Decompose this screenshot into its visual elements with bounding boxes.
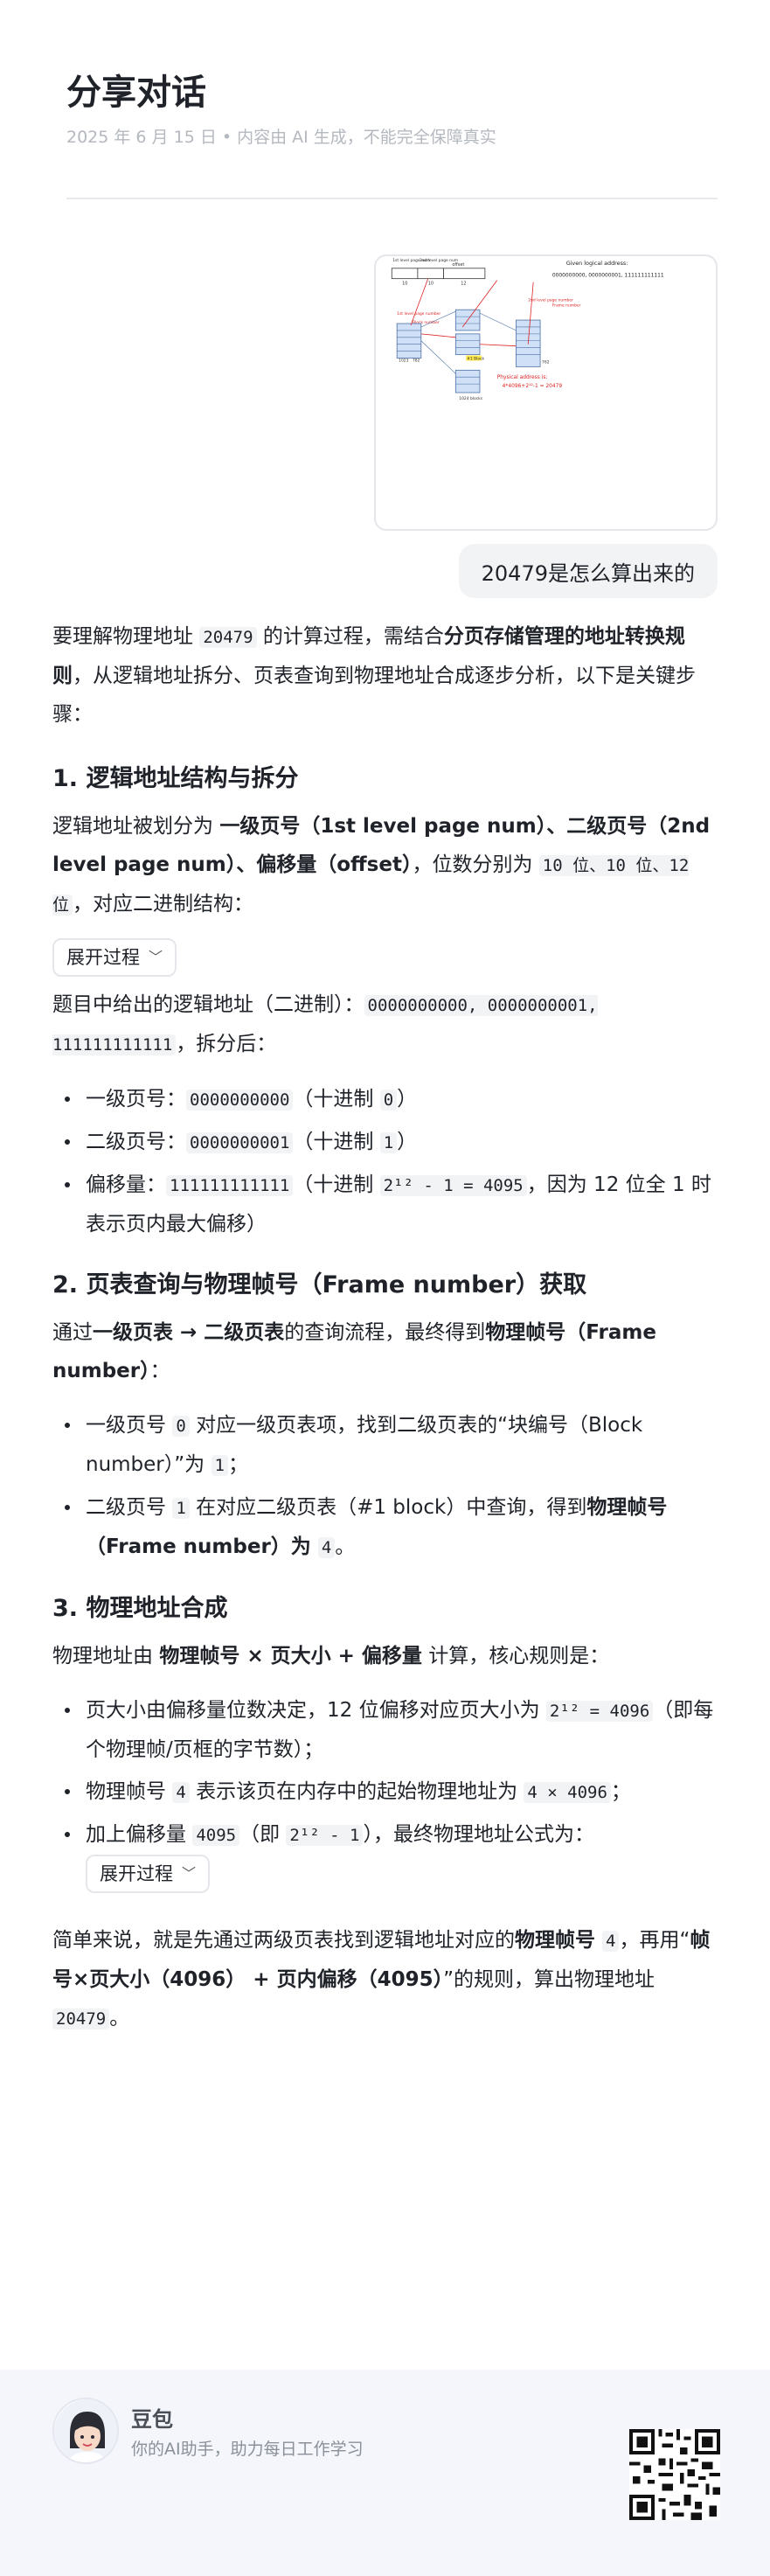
section-1-title: 1. 逻辑地址结构与拆分 xyxy=(52,765,299,792)
chevron-icon: ﹀ xyxy=(149,949,163,965)
n782: 782 xyxy=(413,358,420,363)
summary-paragraph: 简单来说，就是先通过两级页表找到逻辑地址对应的物理帧号 4 ，再用“帧号×页大小（… xyxy=(52,1929,711,2029)
list-item: 二级页号 1 在对应二级页表（#1 block）中查询，得到物理帧号（Frame… xyxy=(52,1488,718,1567)
bot-description: 你的AI助手，助力每日工作学习 xyxy=(131,2440,364,2459)
attached-image[interactable]: 1st level page num 2nd level page num of… xyxy=(374,254,718,531)
blocks-label: 1024 blocks xyxy=(459,396,482,401)
page-title: 分享对话 xyxy=(66,73,206,113)
n762: 762 xyxy=(542,359,550,365)
col3-label: offset xyxy=(452,262,464,268)
list-item: 偏移量： 111111111111 （十进制 2¹² - 1 = 4095 ，因为 1… xyxy=(52,1166,718,1243)
list-item: 二级页号： 0000000001 （十进制 1） xyxy=(52,1123,718,1162)
s1-list: 一级页号： 0000000000 （十进制 0） 二级页号： 0000000001 （十… xyxy=(52,1080,718,1243)
intro-paragraph: 要理解物理地址 20479 的计算过程，需结合分页存储管理的地址转换规则，从逻辑… xyxy=(52,625,696,726)
paging-diagram: 1st level page num 2nd level page num of… xyxy=(391,258,664,401)
user-query-bubble: 20479是怎么算出来的 xyxy=(458,544,718,598)
frame-label: Frame number xyxy=(552,303,581,308)
section-2-title: 2. 页表查询与物理帧号（Frame number）获取 xyxy=(52,1271,587,1298)
bits1: 10 xyxy=(402,282,407,287)
first-table-label: 1st level page number xyxy=(397,311,440,317)
given-value: 0000000000, 0000000001, 111111111111 xyxy=(552,274,664,279)
bot-name: 豆包 xyxy=(131,2407,173,2432)
s3-list: 页大小由偏移量位数决定，12 位偏移对应页大小为 2¹² = 4096 （即每个物… xyxy=(52,1691,718,1893)
phys2: 4*4096+2¹²-1 = 20479 xyxy=(503,383,563,389)
bot-avatar xyxy=(52,2398,119,2464)
expand-process-button-1[interactable]: 展开过程 ﹀ xyxy=(52,938,177,977)
list-item: 一级页号 0 对应一级页表项，找到二级页表的“块编号（Block number）… xyxy=(52,1406,718,1485)
list-item: 一级页号： 0000000000 （十进制 0） xyxy=(52,1080,718,1119)
block-tag: #1 Block xyxy=(467,356,484,361)
qr-code-icon xyxy=(629,2429,720,2520)
s2-list: 一级页号 0 对应一级页表项，找到二级页表的“块编号（Block number）… xyxy=(52,1406,718,1567)
list-item: 物理帧号 4 表示该页在内存中的起始物理地址为 4 × 4096； xyxy=(52,1772,718,1812)
second-label: 2nd level page number xyxy=(528,297,573,303)
given-label: Given logical address: xyxy=(566,260,628,267)
page-subtitle: 2025 年 6 月 15 日 • 内容由 AI 生成，不能完全保障真实 xyxy=(66,128,496,147)
n1023-a: 1023 xyxy=(399,358,408,363)
bits2: 10 xyxy=(428,282,434,287)
ai-answer: 要理解物理地址 20479 的计算过程，需结合分页存储管理的地址转换规则，从逻辑… xyxy=(52,617,718,2038)
section-3-title: 3. 物理地址合成 xyxy=(52,1595,228,1622)
phys1: Physical address is: xyxy=(497,375,548,380)
share-header: 分享对话 2025 年 6 月 15 日 • 内容由 AI 生成，不能完全保障真… xyxy=(66,68,718,149)
expand-process-button-2[interactable]: 展开过程 ﹀ xyxy=(86,1855,211,1893)
s1-paragraph-2: 题目中给出的逻辑地址（二进制）： 0000000000, 0000000001, … xyxy=(52,993,598,1055)
header-divider xyxy=(66,198,718,199)
s3-paragraph: 物理地址由 物理帧号 × 页大小 + 偏移量 计算，核心规则是： xyxy=(52,1645,610,1667)
chevron-icon: ﹀ xyxy=(182,1865,197,1882)
bits3: 12 xyxy=(461,282,466,287)
list-item: 加上偏移量 4095 （即 2¹² - 1 ），最终物理地址公式为： 展开过程 ﹀ xyxy=(52,1815,718,1893)
list-item: 页大小由偏移量位数决定，12 位偏移对应页大小为 2¹² = 4096 （即每个物… xyxy=(52,1691,718,1769)
s2-paragraph: 通过一级页表 → 二级页表的查询流程，最终得到物理帧号（Frame number… xyxy=(52,1321,656,1382)
s1-paragraph-1: 逻辑地址被划分为 一级页号（1st level page num）、二级页号（2… xyxy=(52,815,711,916)
